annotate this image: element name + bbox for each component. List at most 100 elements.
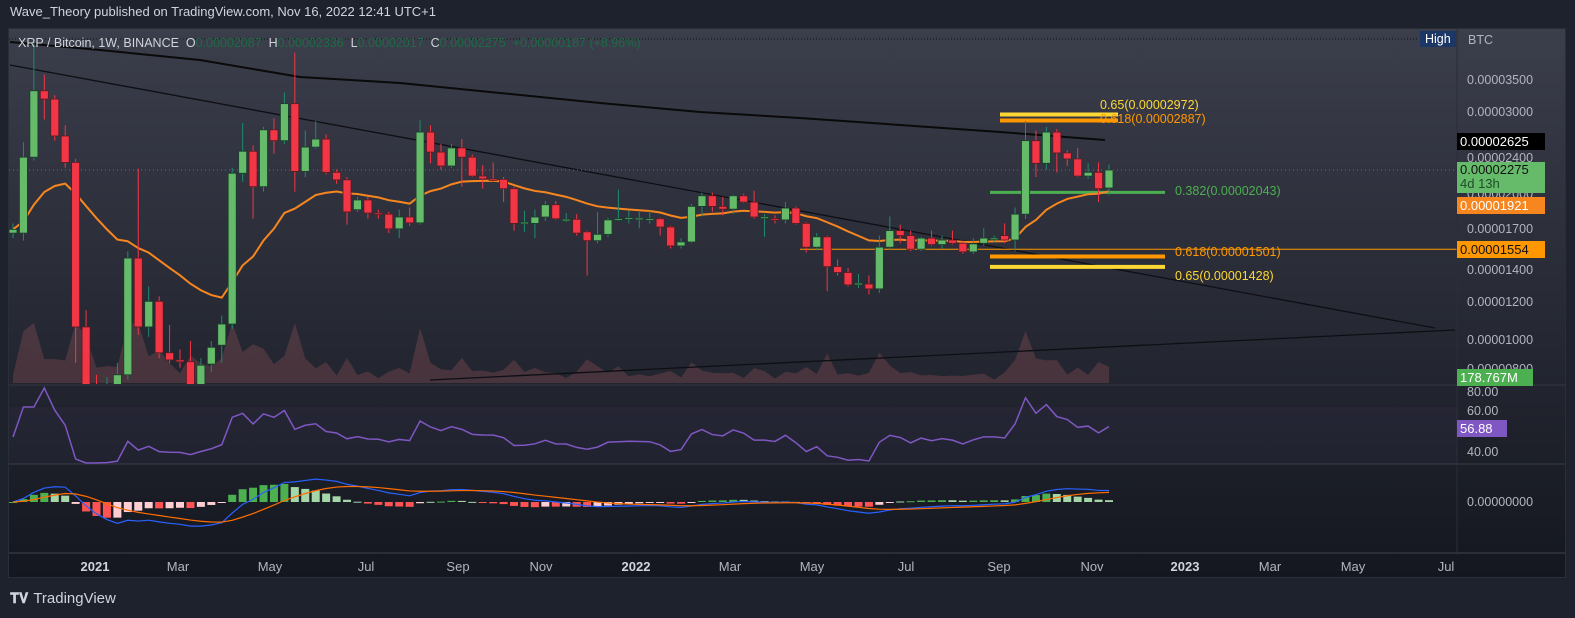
chart-canvas[interactable] (0, 0, 1575, 618)
macd-histogram-bar (384, 502, 393, 507)
macd-histogram-bar (1073, 496, 1082, 502)
open-value: 0.00002087 (195, 36, 262, 50)
macd-histogram-bar (363, 502, 372, 504)
candle-body (655, 218, 665, 228)
macd-histogram-bar (990, 500, 999, 502)
macd-histogram-bar (875, 502, 884, 505)
macd-histogram-bar (144, 502, 153, 509)
rsi-tick: 80.00 (1467, 385, 1499, 399)
ema-line (12, 179, 1110, 299)
time-tick: May (1340, 559, 1366, 574)
macd-histogram-bar (917, 500, 926, 502)
high-label: H (268, 36, 278, 50)
candle-body (478, 175, 488, 180)
candle-body (1031, 140, 1041, 164)
macd-histogram-bar (228, 494, 237, 502)
macd-histogram-bar (155, 502, 164, 509)
candle-body (948, 239, 957, 244)
candle-body (353, 199, 362, 211)
macd-tick: 0.00000000 (1467, 495, 1534, 509)
macd-histogram-bar (937, 500, 946, 502)
ma200-price-tag: 0.00002625 (1457, 133, 1545, 150)
candle-body (927, 237, 936, 245)
time-tick: Jul (357, 559, 375, 574)
candle-body (363, 199, 373, 214)
candle-body (718, 206, 728, 210)
macd-histogram-bar (165, 502, 174, 509)
macd-histogram-bar (1042, 493, 1051, 502)
currency-label: BTC (1468, 33, 1493, 47)
candle-body (1062, 152, 1072, 160)
candle-body (749, 201, 759, 218)
candle-body (1083, 171, 1093, 177)
candle-body (1052, 131, 1062, 154)
macd-histogram-bar (176, 502, 185, 508)
close-value: 0.00002275 (439, 36, 506, 50)
macd-histogram-bar (499, 502, 508, 505)
last-price-tag: 0.00002275 4d 13h (1457, 162, 1545, 193)
candle-body (781, 207, 790, 221)
macd-histogram-bar (113, 502, 122, 518)
candle-body (165, 352, 174, 361)
candle-body (833, 266, 843, 273)
candle-body (93, 387, 101, 392)
time-tick: Mar (718, 559, 742, 574)
candle-body (71, 161, 81, 328)
candle-body (405, 216, 415, 224)
rsi-band (9, 407, 1457, 464)
candle-body (311, 138, 321, 148)
candle-body (582, 231, 592, 242)
candle-body (9, 229, 18, 234)
candle-body (895, 230, 905, 236)
candle-body (394, 216, 404, 230)
candle-body (175, 359, 185, 363)
symbol-name[interactable]: XRP / Bitcoin, 1W, BINANCE (18, 36, 179, 50)
time-tick: Mar (166, 559, 190, 574)
candle-body (186, 361, 195, 384)
candle-body (937, 239, 947, 245)
macd-histogram-bar (1094, 499, 1103, 502)
candle-body (520, 221, 529, 225)
candle-body (707, 195, 717, 207)
macd-histogram-bar (238, 489, 247, 502)
macd-histogram-bar (677, 502, 686, 504)
candle-body (426, 131, 435, 153)
candle-body (384, 213, 394, 230)
candle-body (29, 90, 39, 158)
candle-body (572, 218, 582, 234)
candle-body (1000, 235, 1010, 241)
candle-body (666, 226, 675, 247)
time-tick: Jul (1437, 559, 1455, 574)
macd-histogram-bar (322, 493, 331, 502)
macd-histogram-bar (1084, 497, 1093, 502)
candle-body (989, 237, 999, 241)
candle-body (645, 218, 655, 221)
macd-histogram-bar (405, 502, 414, 507)
candle-body (39, 90, 49, 100)
candle-body (103, 385, 111, 393)
macd-histogram-bar (416, 502, 425, 504)
candle-body (864, 283, 874, 290)
main-pane[interactable] (9, 38, 1457, 409)
macd-histogram-bar (635, 502, 644, 504)
candle-body (509, 188, 519, 224)
candle-body (885, 230, 895, 248)
time-tick: May (799, 559, 825, 574)
candle-body (979, 237, 989, 244)
candle-body (1021, 140, 1030, 215)
candle-body (958, 242, 968, 253)
fib-label: 0.618(0.00001501) (1175, 244, 1281, 259)
tradingview-logo[interactable]: 𝐓𝐕 TradingView (10, 590, 116, 607)
candle-body (19, 156, 28, 234)
candle-body (561, 218, 571, 222)
candle-body (530, 216, 540, 224)
candle-body (760, 216, 769, 219)
candle-body (321, 138, 331, 173)
candle-body (593, 233, 602, 242)
macd-histogram-bar (697, 500, 706, 502)
macd-histogram-bar (207, 502, 216, 505)
candle-body (248, 150, 258, 188)
macd-histogram-bar (301, 488, 310, 502)
candle-body (144, 300, 154, 328)
candle-body (603, 219, 613, 235)
